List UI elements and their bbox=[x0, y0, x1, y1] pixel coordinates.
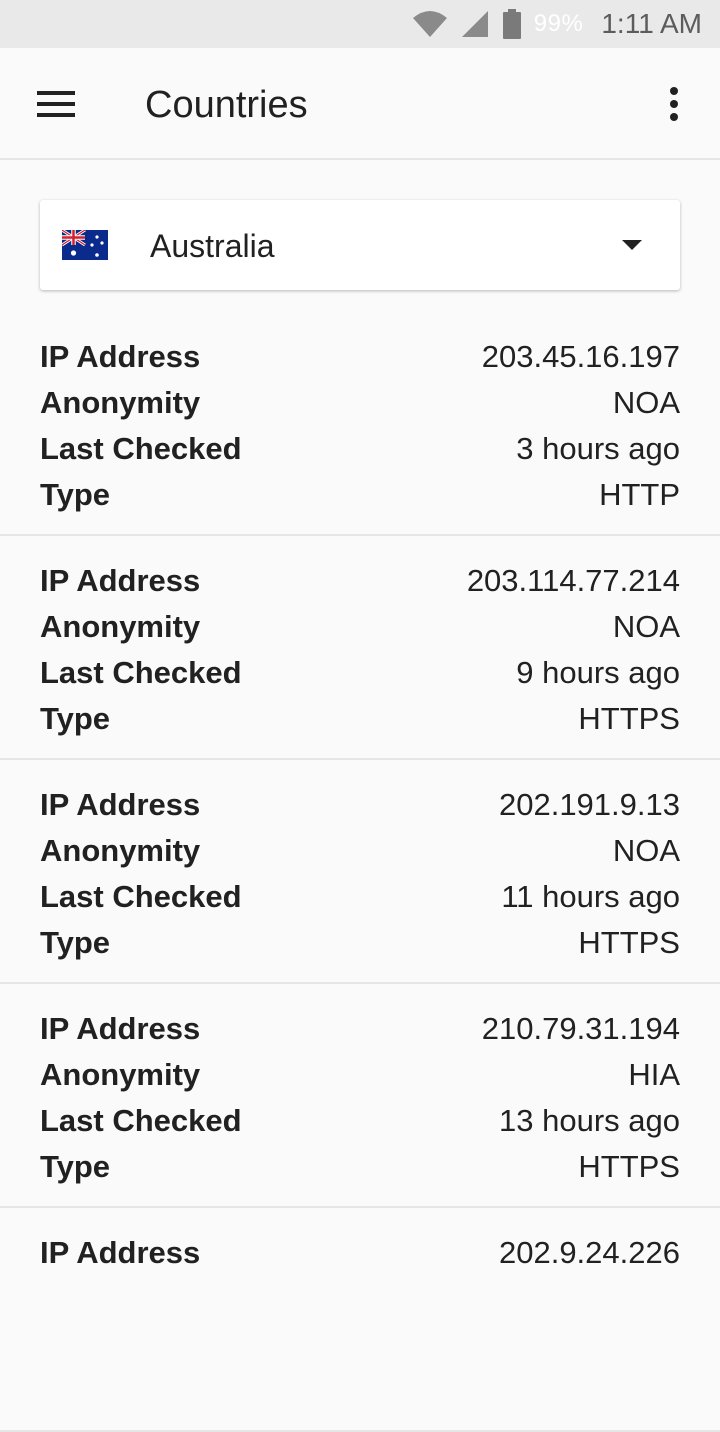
type-label: Type bbox=[40, 925, 111, 960]
proxy-item[interactable]: IP Address 203.114.77.214 Anonymity NOA La… bbox=[0, 536, 720, 760]
proxy-item[interactable]: IP Address 202.191.9.13 Anonymity NOA Last… bbox=[0, 760, 720, 984]
anonymity-value: NOA bbox=[612, 833, 680, 868]
proxy-item[interactable]: IP Address 202.9.24.226 bbox=[0, 1208, 720, 1432]
last-checked-label: Last Checked bbox=[40, 1103, 242, 1138]
ip-value: 210.79.31.194 bbox=[481, 1011, 680, 1046]
last-checked-label: Last Checked bbox=[40, 655, 242, 690]
type-label: Type bbox=[40, 1149, 111, 1184]
anonymity-value: NOA bbox=[612, 385, 680, 420]
last-checked-value: 9 hours ago bbox=[516, 655, 680, 690]
country-dropdown[interactable]: Australia bbox=[40, 200, 680, 290]
last-checked-value: 3 hours ago bbox=[516, 431, 680, 466]
australia-flag-icon bbox=[62, 230, 108, 260]
anonymity-label: Anonymity bbox=[40, 833, 201, 868]
proxy-item[interactable]: IP Address 210.79.31.194 Anonymity HIA Las… bbox=[0, 984, 720, 1208]
ip-label: IP Address bbox=[40, 1235, 201, 1270]
ip-value: 203.45.16.197 bbox=[481, 339, 680, 374]
dropdown-arrow-icon bbox=[622, 240, 642, 250]
type-label: Type bbox=[40, 477, 111, 512]
type-value: HTTPS bbox=[578, 925, 680, 960]
selected-country-label: Australia bbox=[150, 228, 275, 264]
battery-icon bbox=[502, 9, 522, 39]
ip-value: 203.114.77.214 bbox=[466, 563, 680, 598]
anonymity-label: Anonymity bbox=[40, 385, 201, 420]
clock: 1:11 AM bbox=[601, 8, 702, 39]
anonymity-value: NOA bbox=[612, 609, 680, 644]
ip-label: IP Address bbox=[40, 1011, 201, 1046]
proxy-list: IP Address 203.45.16.197 Anonymity NOA Las… bbox=[0, 312, 720, 1432]
ip-label: IP Address bbox=[40, 339, 201, 374]
overflow-menu-button[interactable] bbox=[650, 78, 698, 130]
ip-label: IP Address bbox=[40, 563, 201, 598]
anonymity-value: HIA bbox=[628, 1057, 680, 1092]
ip-value: 202.9.24.226 bbox=[498, 1235, 680, 1270]
hamburger-menu-icon bbox=[37, 91, 75, 117]
anonymity-label: Anonymity bbox=[40, 1057, 201, 1092]
last-checked-label: Last Checked bbox=[40, 431, 242, 466]
wifi-icon bbox=[412, 10, 448, 38]
menu-button[interactable] bbox=[22, 78, 90, 130]
status-bar: 99% 1:11 AM bbox=[0, 0, 720, 48]
cell-signal-icon bbox=[460, 10, 490, 38]
type-value: HTTPS bbox=[578, 1149, 680, 1184]
type-value: HTTPS bbox=[578, 701, 680, 736]
ip-label: IP Address bbox=[40, 787, 201, 822]
last-checked-label: Last Checked bbox=[40, 879, 242, 914]
page-title: Countries bbox=[145, 84, 308, 126]
app-bar: Countries bbox=[0, 48, 720, 160]
last-checked-value: 13 hours ago bbox=[499, 1103, 680, 1138]
ip-value: 202.191.9.13 bbox=[498, 787, 680, 822]
battery-percentage: 99% bbox=[533, 10, 584, 37]
proxy-item[interactable]: IP Address 203.45.16.197 Anonymity NOA Las… bbox=[0, 312, 720, 536]
type-label: Type bbox=[40, 701, 111, 736]
last-checked-value: 11 hours ago bbox=[501, 879, 680, 914]
type-value: HTTP bbox=[599, 477, 680, 512]
more-vert-icon bbox=[670, 87, 678, 95]
anonymity-label: Anonymity bbox=[40, 609, 201, 644]
